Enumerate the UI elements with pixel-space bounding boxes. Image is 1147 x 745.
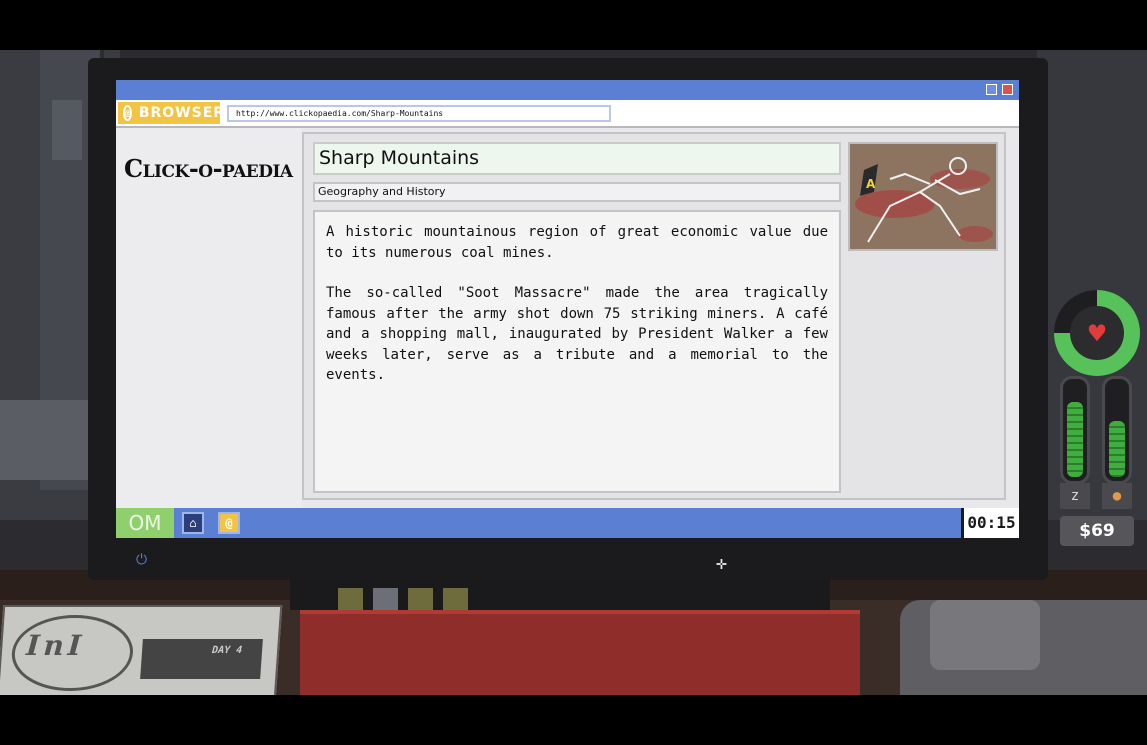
close-button[interactable]: [1002, 84, 1013, 95]
desk-pad: [300, 610, 860, 695]
url-bar[interactable]: http://www.clickopaedia.com/Sharp-Mounta…: [227, 105, 611, 122]
article-category: Geography and History: [313, 182, 841, 202]
site-title[interactable]: Click-o-paedia: [124, 154, 293, 183]
browser-toolbar: @ BROWSER http://www.clickopaedia.com/Sh…: [116, 100, 1019, 128]
newspaper-day: DAY 4: [140, 639, 263, 679]
tile: [408, 588, 433, 610]
browser-icon: @: [123, 105, 132, 121]
sleep-meter: [1060, 376, 1090, 484]
article-paragraph: The so-called "Soot Massacre" made the a…: [326, 285, 828, 383]
tile: [443, 588, 468, 610]
food-meter: [1102, 376, 1132, 484]
site-sidebar: Click-o-paedia: [116, 128, 302, 508]
browser-tab-label: BROWSER: [138, 105, 226, 121]
status-hud: ♥ z ● $69: [1054, 290, 1144, 550]
tile: [373, 588, 398, 610]
health-gauge: ♥: [1054, 290, 1140, 376]
os-logo[interactable]: OM: [116, 508, 174, 538]
water-tower: [52, 100, 82, 160]
home-app-icon[interactable]: ⌂: [182, 512, 204, 534]
tile: [338, 588, 363, 610]
browser-tab[interactable]: @ BROWSER: [118, 102, 224, 124]
desk-tiles: [338, 588, 468, 610]
taskbar: OM ⌂ @ 00:15: [116, 508, 1019, 538]
article-paragraph: A historic mountainous region of great e…: [326, 224, 828, 261]
newspaper-logo-text: InI: [25, 629, 87, 662]
evidence-marker: A: [866, 177, 876, 191]
sleep-meter-fill: [1067, 402, 1083, 477]
minimize-button[interactable]: [986, 84, 997, 95]
heart-icon: ♥: [1070, 306, 1124, 360]
crosshair-cursor-icon: ✛: [716, 553, 727, 574]
newspaper[interactable]: InI DAY 4: [0, 605, 283, 695]
article-title: Sharp Mountains: [313, 142, 841, 175]
phone-handset[interactable]: [930, 600, 1040, 670]
crime-scene-image: A: [850, 144, 996, 249]
article-body: A historic mountainous region of great e…: [313, 210, 841, 493]
window-titlebar: [116, 80, 1019, 100]
article-image: A: [848, 142, 998, 251]
taskbar-clock: 00:15: [961, 508, 1019, 538]
food-meter-fill: [1109, 421, 1125, 477]
computer-screen: @ BROWSER http://www.clickopaedia.com/Sh…: [116, 80, 1019, 538]
money-counter: $69: [1060, 516, 1134, 546]
zzz-icon: z: [1060, 483, 1090, 509]
drumstick-icon: ●: [1102, 483, 1132, 509]
article-panel: Sharp Mountains Geography and History A …: [302, 132, 1006, 500]
telephone[interactable]: [900, 600, 1147, 695]
browser-app-icon[interactable]: @: [218, 512, 240, 534]
power-icon[interactable]: ⏻: [136, 552, 147, 568]
